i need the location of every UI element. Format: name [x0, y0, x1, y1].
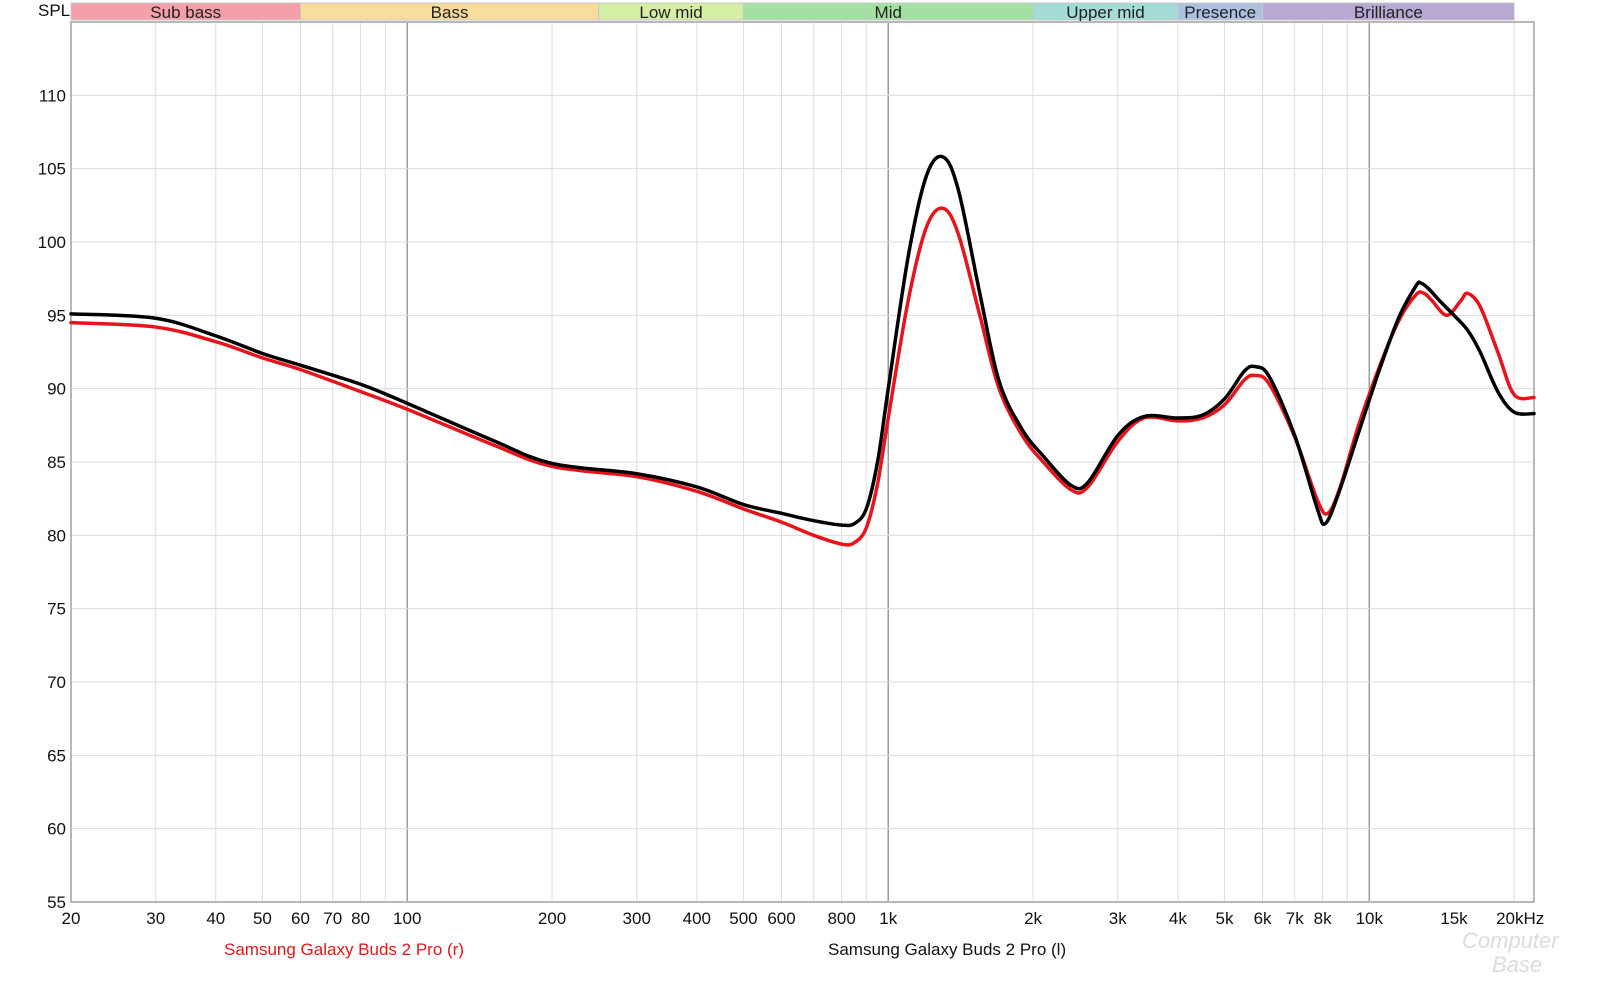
y-tick-label: 65 — [47, 746, 66, 765]
y-tick-label: 75 — [47, 600, 66, 619]
y-tick-label: 85 — [47, 453, 66, 472]
x-tick-label: 30 — [146, 909, 165, 928]
x-tick-label: 80 — [351, 909, 370, 928]
x-tick-label: 70 — [323, 909, 342, 928]
x-tick-label: 4k — [1169, 909, 1187, 928]
x-tick-label: 5k — [1215, 909, 1233, 928]
y-tick-label: 70 — [47, 673, 66, 692]
x-tick-label: 10k — [1356, 909, 1384, 928]
x-tick-label: 8k — [1314, 909, 1332, 928]
x-tick-label: 1k — [879, 909, 897, 928]
y-tick-label: 60 — [47, 820, 66, 839]
x-tick-label: 50 — [253, 909, 272, 928]
x-tick-label: 100 — [393, 909, 421, 928]
x-tick-label: 6k — [1254, 909, 1272, 928]
legend-series-l: Samsung Galaxy Buds 2 Pro (l) — [828, 940, 1066, 959]
x-tick-label: 7k — [1286, 909, 1304, 928]
x-tick-label: 800 — [827, 909, 855, 928]
x-tick-label: 500 — [729, 909, 757, 928]
x-tick-label: 40 — [206, 909, 225, 928]
x-tick-label: 200 — [538, 909, 566, 928]
computerbase-watermark-logo: Computer Base — [1462, 928, 1560, 977]
x-tick-label: 2k — [1024, 909, 1042, 928]
x-tick-label: 400 — [683, 909, 711, 928]
band-label: Presence — [1184, 3, 1256, 22]
band-label: Mid — [875, 3, 902, 22]
x-tick-label: 600 — [767, 909, 795, 928]
frequency-bands: Sub bass Bass Low mid Mid Upper mid Presence B… — [70, 2, 1515, 22]
x-axis-ticks: 20 30 40 50 60 70 80 100 200 300 400 500 600 800 1k 2k 3… — [62, 909, 1545, 928]
x-tick-label: 3k — [1109, 909, 1127, 928]
y-tick-label: 110 — [39, 86, 66, 105]
watermark-line-2: Base — [1492, 952, 1542, 977]
band-label: Bass — [431, 3, 469, 22]
legend-series-r: Samsung Galaxy Buds 2 Pro (r) — [224, 940, 464, 959]
y-tick-label: 100 — [38, 233, 66, 252]
band-label: Brilliance — [1354, 3, 1423, 22]
y-axis-ticks: 556065707580859095100105110 — [38, 86, 66, 912]
x-tick-label: 20kHz — [1496, 909, 1544, 928]
y-tick-label: 80 — [47, 526, 66, 545]
x-tick-label: 300 — [623, 909, 651, 928]
frequency-response-chart: Sub bass Bass Low mid Mid Upper mid Presence B… — [38, 1, 1561, 977]
band-label: Upper mid — [1066, 3, 1144, 22]
y-axis-label: SPL — [38, 1, 70, 20]
x-tick-label: 20 — [62, 909, 81, 928]
watermark-line-1: Computer — [1462, 928, 1560, 953]
y-tick-label: 95 — [47, 306, 66, 325]
band-label: Low mid — [639, 3, 702, 22]
y-tick-label: 105 — [38, 160, 66, 179]
y-tick-label: 90 — [47, 380, 66, 399]
x-tick-label: 15k — [1440, 909, 1468, 928]
band-label: Sub bass — [150, 3, 221, 22]
x-tick-label: 60 — [291, 909, 310, 928]
